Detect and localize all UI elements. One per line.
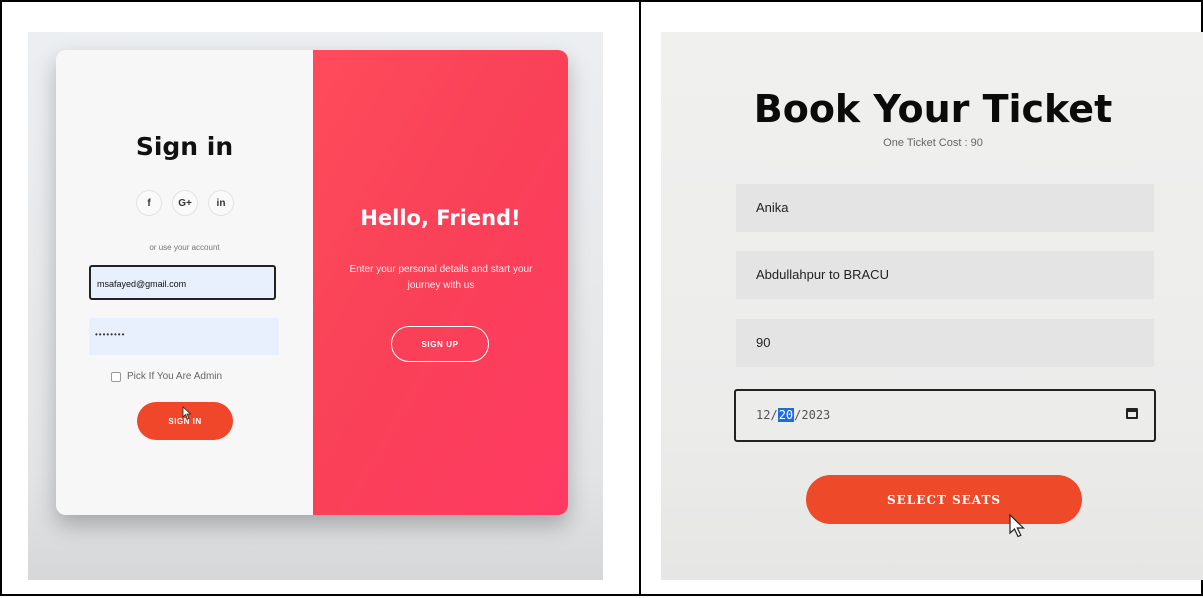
select-seats-button[interactable]: SELECT SEATS bbox=[806, 475, 1082, 524]
mouse-cursor-icon bbox=[182, 406, 192, 420]
admin-checkbox[interactable] bbox=[111, 371, 121, 382]
name-field[interactable]: Anika bbox=[736, 184, 1154, 232]
google-plus-icon[interactable]: G+ bbox=[172, 190, 198, 216]
date-day-selected[interactable]: 20 bbox=[777, 408, 795, 422]
signin-screenshot: Sign in f G+ in or use your account msaf… bbox=[28, 32, 603, 580]
route-field[interactable]: Abdullahpur to BRACU bbox=[736, 251, 1154, 299]
admin-checkbox-row[interactable]: Pick If You Are Admin bbox=[111, 371, 222, 382]
linkedin-icon[interactable]: in bbox=[208, 190, 234, 216]
mouse-cursor-icon bbox=[1009, 514, 1025, 538]
welcome-pane: Hello, Friend! Enter your personal detai… bbox=[313, 50, 568, 515]
booking-screenshot: Book Your Ticket One Ticket Cost : 90 An… bbox=[661, 32, 1203, 580]
password-field[interactable]: •••••••• bbox=[89, 318, 279, 355]
email-field[interactable]: msafayed@gmail.com bbox=[89, 265, 276, 300]
ticket-cost-subtitle: One Ticket Cost : 90 bbox=[883, 137, 983, 149]
social-login-group: f G+ in bbox=[136, 190, 236, 216]
date-year[interactable]: 2023 bbox=[801, 408, 830, 422]
facebook-icon[interactable]: f bbox=[136, 190, 162, 216]
or-use-account-text: or use your account bbox=[149, 243, 220, 252]
cost-field[interactable]: 90 bbox=[736, 319, 1154, 367]
left-screenshot-panel: Sign in f G+ in or use your account msaf… bbox=[0, 0, 641, 596]
signin-form-pane: Sign in f G+ in or use your account msaf… bbox=[56, 50, 313, 515]
booking-title: Book Your Ticket bbox=[753, 87, 1113, 131]
hello-text: Enter your personal details and start yo… bbox=[349, 264, 533, 291]
date-field[interactable]: 12/20/2023 bbox=[734, 389, 1156, 442]
date-month[interactable]: 12 bbox=[756, 408, 770, 422]
admin-checkbox-label: Pick If You Are Admin bbox=[127, 371, 223, 382]
calendar-icon[interactable] bbox=[1126, 408, 1138, 419]
signin-title: Sign in bbox=[135, 132, 234, 161]
hello-title: Hello, Friend! bbox=[360, 206, 521, 230]
signin-card: Sign in f G+ in or use your account msaf… bbox=[56, 50, 568, 515]
signup-button[interactable]: SIGN UP bbox=[391, 326, 489, 362]
right-screenshot-panel: Book Your Ticket One Ticket Cost : 90 An… bbox=[639, 0, 1203, 596]
